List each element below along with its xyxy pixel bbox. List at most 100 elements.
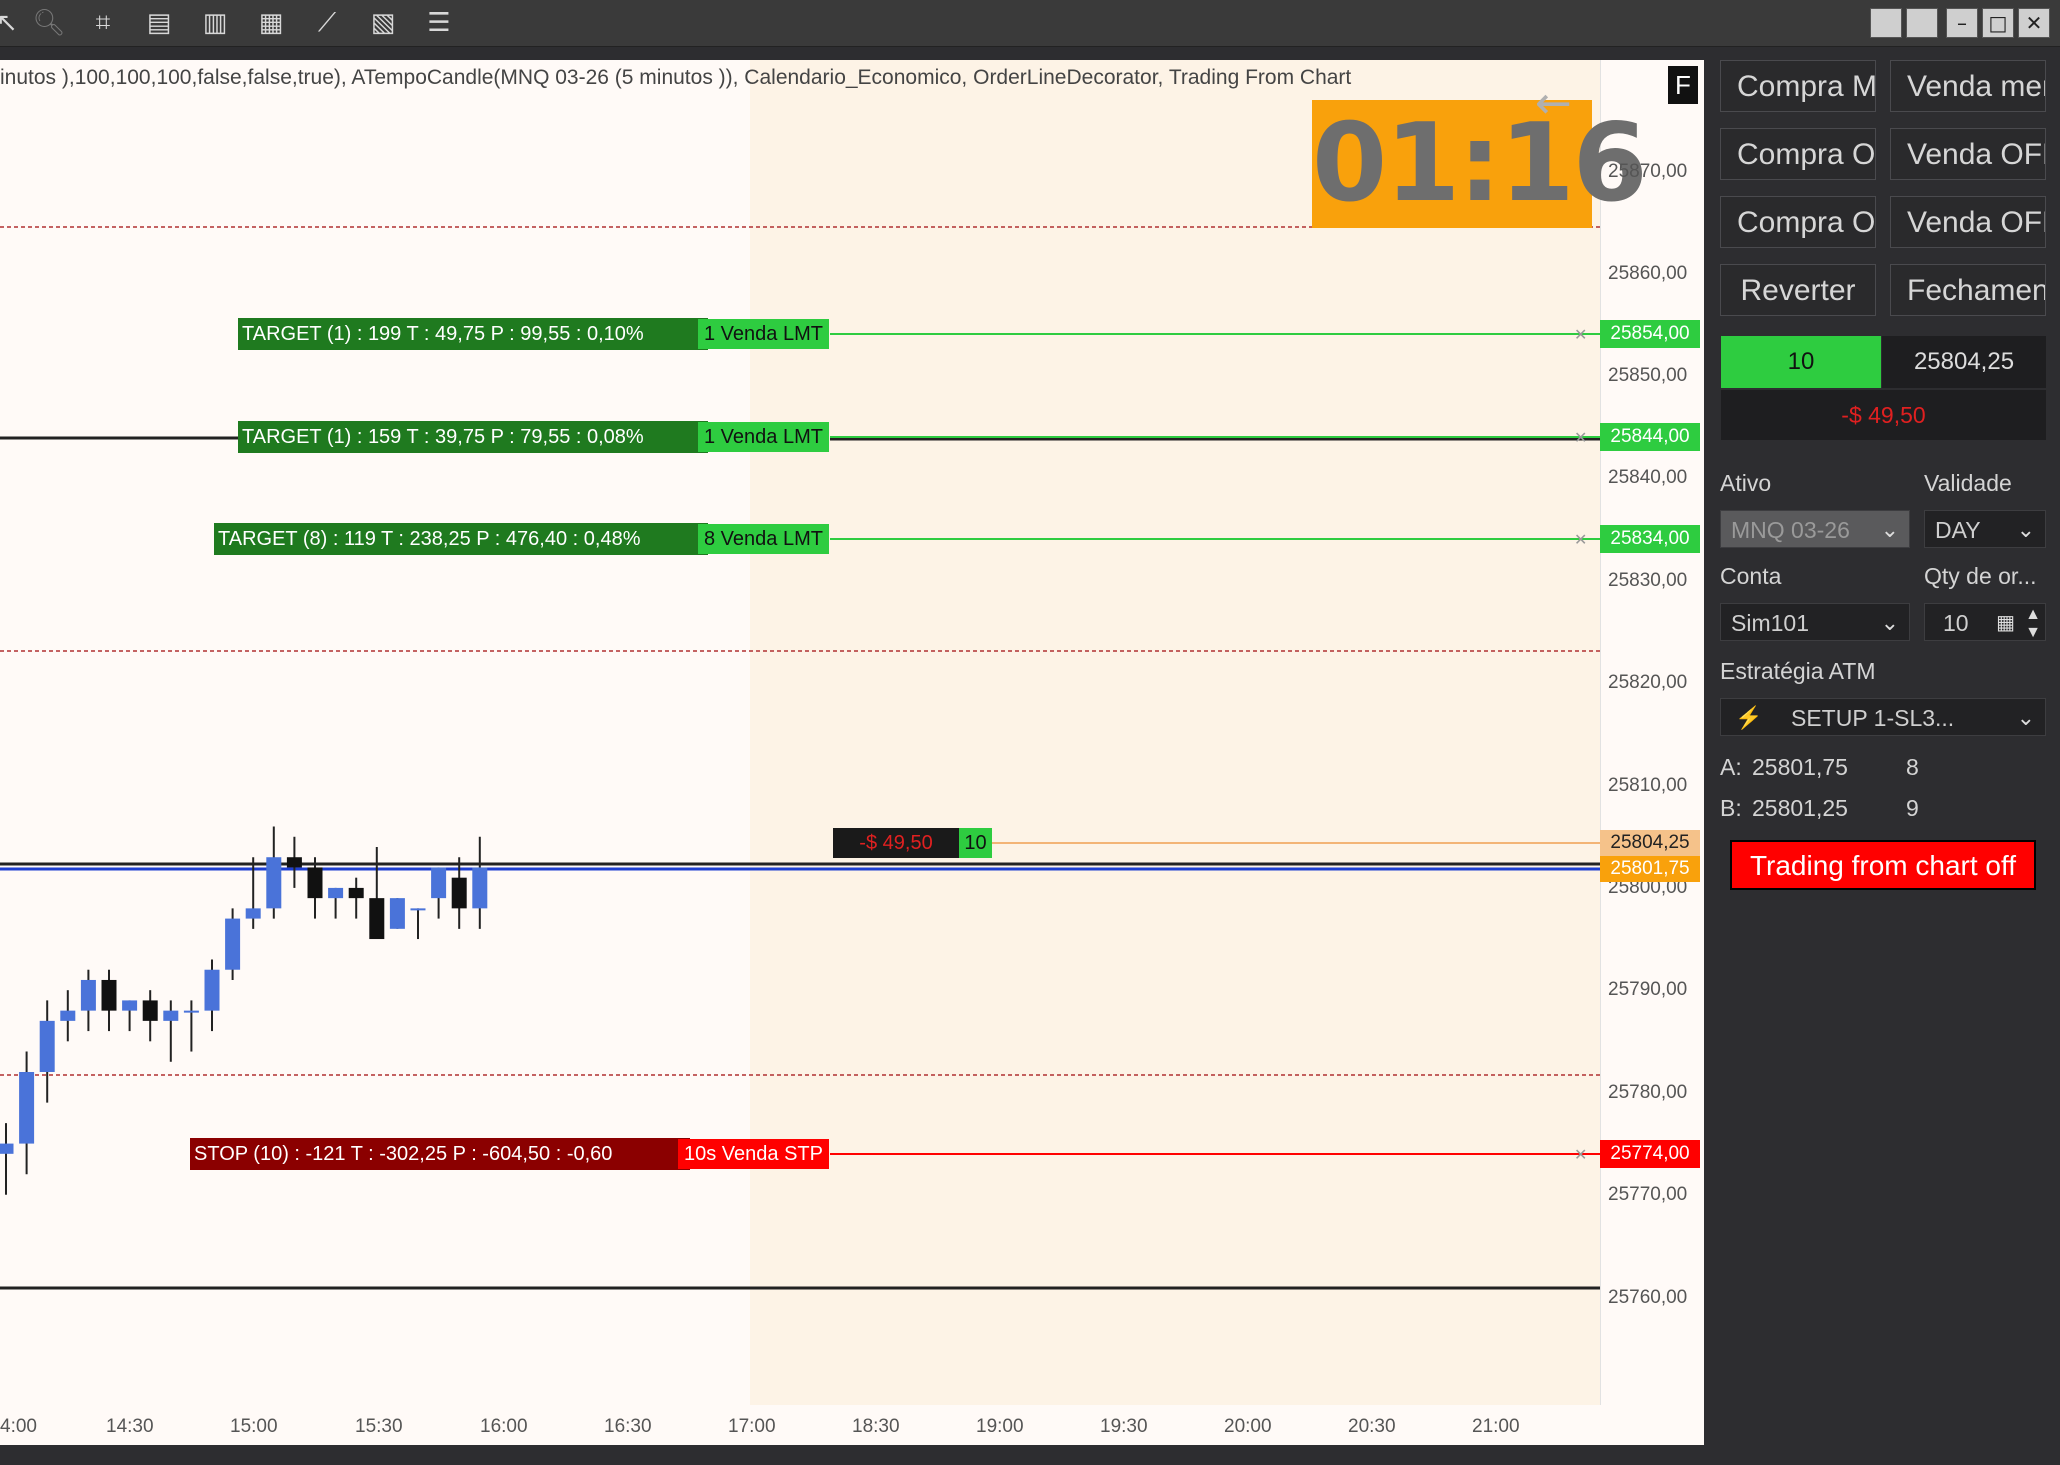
- instrument-select[interactable]: MNQ 03-26 ⌄: [1720, 510, 1910, 548]
- tif-select[interactable]: DAY ⌄: [1924, 510, 2046, 548]
- close-order-icon[interactable]: ✕: [1574, 428, 1587, 447]
- position-qty[interactable]: 10: [959, 828, 992, 858]
- reverse-button[interactable]: Reverter: [1720, 264, 1876, 316]
- sell-market-button[interactable]: Venda mercado: [1890, 60, 2046, 112]
- time-tick: 14:30: [106, 1416, 154, 1437]
- window-option-icon[interactable]: [1870, 8, 1902, 38]
- candle-body: [286, 857, 302, 868]
- time-tick: 4:00: [0, 1416, 37, 1437]
- chevron-down-icon: ⌄: [2016, 517, 2035, 542]
- chart-indicator-list: inutos ),100,100,100,false,false,true), …: [0, 66, 1352, 89]
- atm-label: Estratégia ATM: [1720, 658, 1876, 684]
- close-order-icon[interactable]: ✕: [1574, 325, 1587, 344]
- close-order-icon[interactable]: ✕: [1574, 1145, 1587, 1164]
- candle-body: [80, 979, 96, 1011]
- price-tick: 25780,00: [1608, 1082, 1688, 1103]
- candle-body: [266, 857, 282, 909]
- time-tick: 16:30: [604, 1416, 652, 1437]
- sell-offer-button-2[interactable]: Venda OFR: [1890, 196, 2046, 248]
- chevron-down-icon: ⌄: [1880, 517, 1899, 542]
- atm-strategy-select[interactable]: ⚡ SETUP 1-SL3... ⌄: [1720, 698, 2046, 736]
- price-tick: 25840,00: [1608, 467, 1688, 488]
- position-qty-box: 10: [1721, 336, 1881, 388]
- ask-price: 25801,75: [1752, 754, 1848, 780]
- target-price-tag[interactable]: 25854,00: [1600, 320, 1700, 348]
- candle-body: [451, 877, 467, 909]
- bid-label: B:: [1720, 795, 1742, 821]
- time-tick: 15:30: [355, 1416, 403, 1437]
- candle-body: [0, 1143, 14, 1154]
- position-pnl: -$ 49,50: [833, 828, 959, 858]
- candle-body: [142, 1000, 158, 1021]
- candle-body: [225, 918, 241, 970]
- close-position-button[interactable]: Fechamento: [1890, 264, 2046, 316]
- close-icon[interactable]: ✕: [2018, 8, 2050, 38]
- time-tick: 21:00: [1472, 1416, 1520, 1437]
- stop-order-tag[interactable]: 10s Venda STP: [678, 1139, 829, 1169]
- target-order-label[interactable]: TARGET (8) : 119 T : 238,25 P : 476,40 :…: [214, 523, 708, 555]
- f-button[interactable]: F: [1668, 66, 1698, 104]
- target-order-tag[interactable]: 1 Venda LMT: [698, 319, 829, 349]
- target-order-label[interactable]: TARGET (1) : 159 T : 39,75 P : 79,55 : 0…: [238, 421, 708, 453]
- lightning-icon: ⚡: [1735, 705, 1763, 730]
- price-tick: 25870,00: [1608, 161, 1688, 182]
- buy-offer-button-2[interactable]: Compra OFR: [1720, 196, 1876, 248]
- time-tick: 16:00: [480, 1416, 528, 1437]
- candle-body: [183, 1010, 199, 1013]
- target-order-tag[interactable]: 8 Venda LMT: [698, 524, 829, 554]
- stop-price-tag[interactable]: 25774,00: [1600, 1140, 1700, 1168]
- target-order-label[interactable]: TARGET (1) : 199 T : 49,75 P : 99,55 : 0…: [238, 318, 708, 350]
- stepper-arrows-icon[interactable]: ▲ ▼: [2025, 606, 2041, 642]
- account-select[interactable]: Sim101 ⌄: [1720, 603, 1910, 641]
- target-order-tag[interactable]: 1 Venda LMT: [698, 422, 829, 452]
- buy-market-button[interactable]: Compra MKT: [1720, 60, 1876, 112]
- price-tick: 25770,00: [1608, 1184, 1688, 1205]
- scroll-bar[interactable]: [0, 1445, 1704, 1465]
- candle-body: [348, 887, 364, 899]
- time-tick: 19:00: [976, 1416, 1024, 1437]
- target-price-tag[interactable]: 25844,00: [1600, 423, 1700, 451]
- candle-body: [101, 979, 117, 1011]
- qty-label: Qty de or...: [1924, 563, 2037, 589]
- price-tick: 25820,00: [1608, 672, 1688, 693]
- avg-price-tag: 25801,75: [1600, 856, 1700, 882]
- price-tick: 25790,00: [1608, 979, 1688, 1000]
- stop-order-label[interactable]: STOP (10) : -121 T : -302,25 P : -604,50…: [190, 1138, 690, 1170]
- candle-body: [204, 969, 220, 1011]
- time-tick: 18:30: [852, 1416, 900, 1437]
- candle-body: [410, 908, 426, 911]
- sell-offer-button[interactable]: Venda OFR: [1890, 128, 2046, 180]
- maximize-icon[interactable]: □: [1982, 8, 2014, 38]
- close-order-icon[interactable]: ✕: [1574, 530, 1587, 549]
- candle-body: [431, 867, 447, 899]
- trading-from-chart-toggle[interactable]: Trading from chart off: [1730, 840, 2036, 890]
- buy-offer-button[interactable]: Compra OFR: [1720, 128, 1876, 180]
- price-tick: 25860,00: [1608, 263, 1688, 284]
- candle-body: [245, 908, 261, 919]
- candle-body: [389, 898, 405, 929]
- candle-body: [328, 887, 344, 899]
- calculator-icon[interactable]: ▦: [1996, 604, 2015, 642]
- price-tick: 25830,00: [1608, 570, 1688, 591]
- candle-body: [369, 898, 385, 940]
- candle-body: [163, 1010, 179, 1021]
- time-tick: 20:30: [1348, 1416, 1396, 1437]
- target-price-tag[interactable]: 25834,00: [1600, 525, 1700, 553]
- candle-body: [60, 1010, 76, 1021]
- time-tick: 19:30: [1100, 1416, 1148, 1437]
- window-option2-icon[interactable]: [1906, 8, 1938, 38]
- quantity-stepper[interactable]: 10 ▦ ▲ ▼: [1924, 603, 2046, 641]
- ask-size: 8: [1906, 754, 1919, 780]
- validade-label: Validade: [1924, 470, 2012, 496]
- pnl-box: -$ 49,50: [1721, 390, 2046, 440]
- bid-price: 25801,25: [1752, 795, 1848, 821]
- chevron-down-icon: ⌄: [2016, 705, 2035, 730]
- candle-body: [472, 867, 488, 909]
- price-tick: 25810,00: [1608, 775, 1688, 796]
- arrow-left-icon[interactable]: ←: [1535, 78, 1572, 129]
- position-price-box: 25804,25: [1882, 336, 2046, 388]
- chevron-down-icon: ⌄: [1880, 610, 1899, 635]
- minimize-icon[interactable]: –: [1946, 8, 1978, 38]
- candle-body: [39, 1020, 55, 1072]
- candle-body: [122, 1000, 138, 1011]
